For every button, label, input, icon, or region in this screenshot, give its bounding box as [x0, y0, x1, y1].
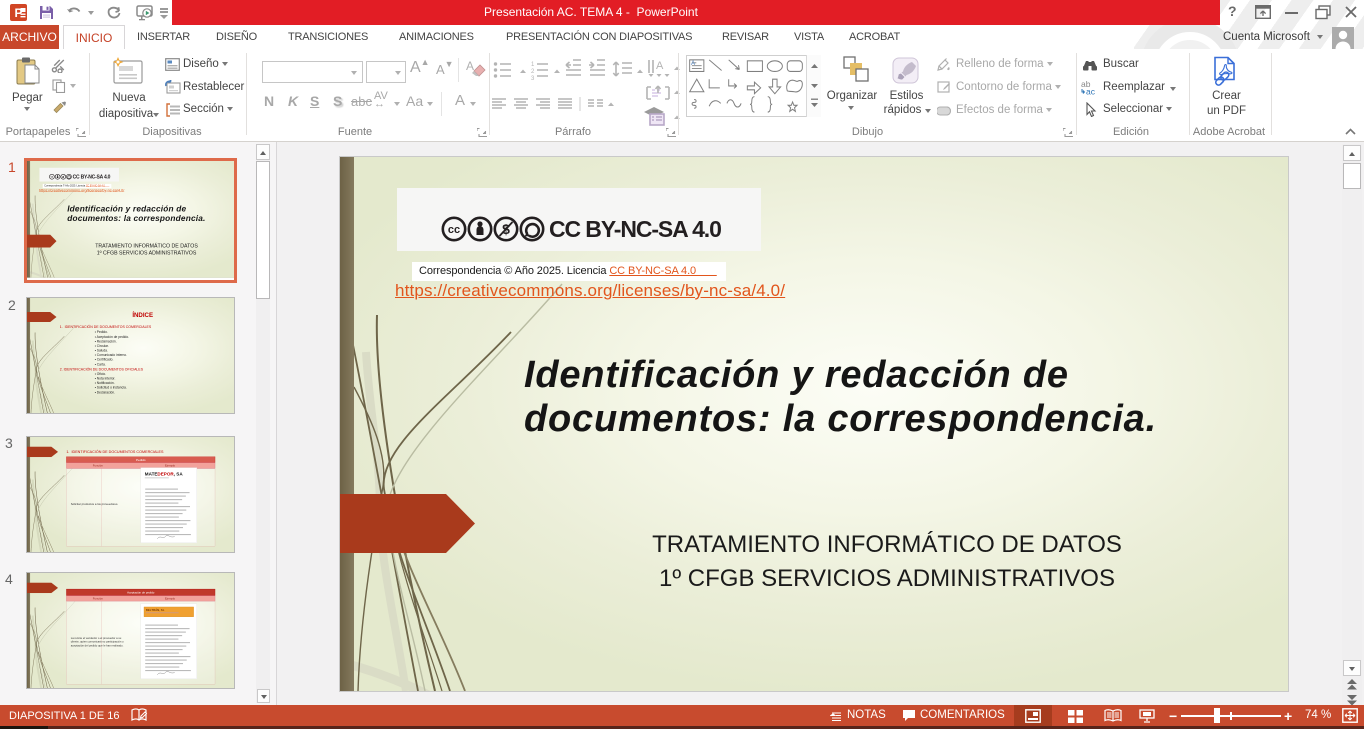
svg-text:1: 1	[531, 62, 535, 68]
svg-text:ac: ac	[1086, 87, 1096, 96]
svg-text:2: 2	[531, 69, 535, 75]
svg-text:A: A	[691, 60, 696, 67]
svg-text:cc: cc	[448, 224, 460, 236]
svg-text:A: A	[466, 59, 474, 73]
svg-text:A: A	[656, 60, 664, 72]
svg-text:3: 3	[531, 76, 535, 82]
svg-text:cc: cc	[51, 176, 54, 179]
